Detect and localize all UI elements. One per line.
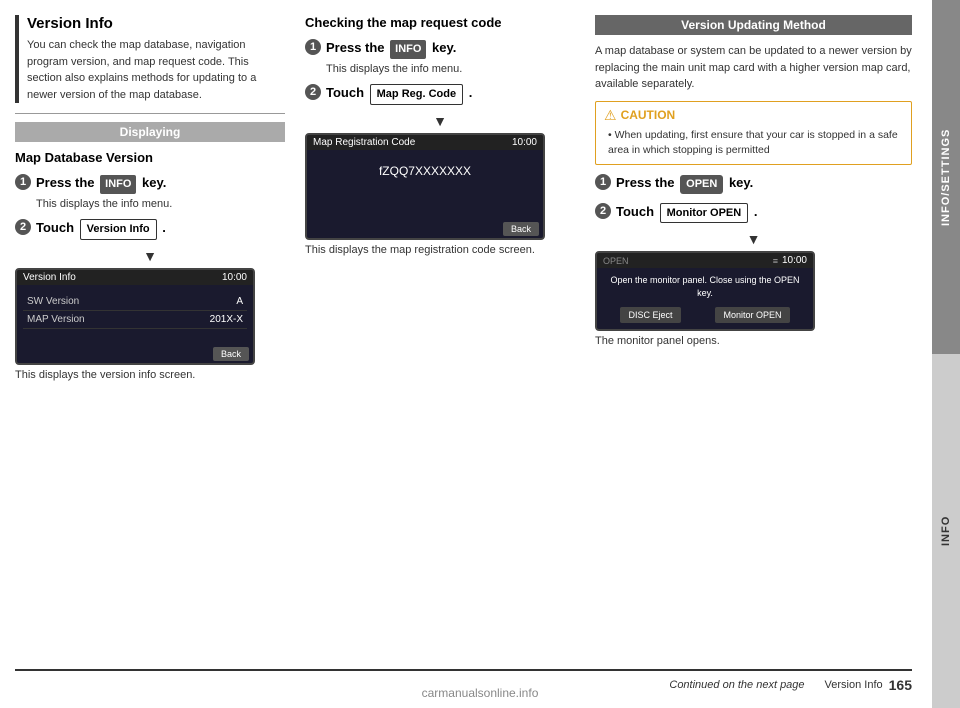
step-2-main: Touch Version Info . [36,218,285,240]
screen-1-back-btn: Back [213,347,249,361]
down-arrow-1: ▼ [15,248,285,264]
version-info-touch-btn: Version Info [80,219,157,240]
disc-eject-btn: DISC Eject [620,307,680,323]
screen-mockup-1: Version Info 10:00 SW Version A MAP Vers… [15,268,255,365]
section-divider [15,113,285,114]
screen-1-caption: This displays the version info screen. [15,369,285,381]
right-tabs: INFO/SETTINGS INFO [932,0,960,708]
monitor-screen-header: OPEN ≡ 10:00 [597,253,813,268]
check-step-2-content: Touch Map Reg. Code . [326,83,575,107]
check-step-1-sub: This displays the info menu. [326,61,575,78]
monitor-screen-time: 10:00 [782,255,807,266]
step-1-main: Press the INFO key. [36,173,285,194]
check-step-1-content: Press the INFO key. This displays the in… [326,38,575,77]
page-number-container: Version Info 165 [825,677,912,693]
update-step-1-row: 1 Press the OPEN key. [595,173,912,196]
screen-1-title: Version Info [23,272,76,283]
map-version-label: MAP Version [27,314,85,325]
update-step-2-content: Touch Monitor OPEN . [616,202,912,226]
monitor-panel-text: The monitor panel opens. [595,335,912,347]
continued-text: Continued on the next page [669,679,804,691]
screen-1-header: Version Info 10:00 [17,270,253,285]
reg-code-display: fZQQ7XXXXXXX [313,158,537,184]
screen-mockup-2: Map Registration Code 10:00 fZQQ7XXXXXXX… [305,133,545,240]
open-key-badge: OPEN [680,175,723,194]
update-step-2-row: 2 Touch Monitor OPEN . [595,202,912,226]
update-step-1-main: Press the OPEN key. [616,173,912,194]
map-version-value: 201X-X [210,314,243,325]
caution-header: ⚠ CAUTION [604,107,903,124]
check-step-1-row: 1 Press the INFO key. This displays the … [305,38,575,77]
screen-1-body: SW Version A MAP Version 201X-X [17,285,253,345]
step-2-content: Touch Version Info . [36,218,285,242]
version-update-header: Version Updating Method [595,15,912,35]
version-info-desc: You can check the map database, navigati… [27,37,285,103]
step-1-row: 1 Press the INFO key. This displays the … [15,173,285,212]
check-step-1-number: 1 [305,39,321,55]
screen-1-row-2: MAP Version 201X-X [23,311,247,329]
monitor-screen-body: Open the monitor panel. Close using the … [597,268,813,329]
tab-info-settings[interactable]: INFO/SETTINGS [932,0,960,354]
check-step-1-main: Press the INFO key. [326,38,575,59]
step-2-number: 2 [15,219,31,235]
screen-2-footer: Back [307,220,543,238]
down-arrow-3: ▼ [595,231,912,247]
version-info-box: Version Info You can check the map datab… [15,15,285,103]
open-label: OPEN [603,256,629,266]
screen-2-caption: This displays the map registration code … [305,244,575,256]
tab-info[interactable]: INFO [932,354,960,708]
check-step-2-main: Touch Map Reg. Code . [326,83,575,105]
monitor-buttons: DISC Eject Monitor OPEN [603,307,807,323]
check-step-2-number: 2 [305,84,321,100]
sw-version-label: SW Version [27,296,79,307]
caution-box: ⚠ CAUTION • When updating, first ensure … [595,101,912,166]
update-step-2-main: Touch Monitor OPEN . [616,202,912,224]
screen-2-back-btn: Back [503,222,539,236]
update-step-2-number: 2 [595,203,611,219]
screen-1-footer: Back [17,345,253,363]
screen-1-time: 10:00 [222,272,247,283]
screen-1-row-1: SW Version A [23,293,247,311]
down-arrow-2: ▼ [305,113,575,129]
info-key-badge-2: INFO [390,40,426,59]
monitor-screen: OPEN ≡ 10:00 Open the monitor panel. Clo… [595,251,815,331]
page-label: Version Info [825,679,883,691]
map-reg-touch-btn: Map Reg. Code [370,84,463,105]
col-middle: Checking the map request code 1 Press th… [305,15,575,661]
sw-version-value: A [236,296,243,307]
main-content: Version Info You can check the map datab… [0,0,932,708]
monitor-open-touch-btn: Monitor OPEN [660,203,749,224]
col-right: Version Updating Method A map database o… [595,15,912,661]
step-1-number: 1 [15,174,31,190]
caution-triangle-icon: ⚠ [604,107,617,124]
info-key-badge: INFO [100,175,136,194]
screen-2-time: 10:00 [512,137,537,148]
monitor-open-btn: Monitor OPEN [715,307,789,323]
version-info-title: Version Info [27,15,285,32]
update-step-1-content: Press the OPEN key. [616,173,912,196]
page-number: 165 [889,677,912,693]
displaying-header: Displaying [15,122,285,142]
update-step-1-number: 1 [595,174,611,190]
step-2-row: 2 Touch Version Info . [15,218,285,242]
step-1-content: Press the INFO key. This displays the in… [36,173,285,212]
caution-text: • When updating, first ensure that your … [604,128,903,160]
map-database-title: Map Database Version [15,150,285,165]
caution-title: CAUTION [621,108,676,122]
col-left: Version Info You can check the map datab… [15,15,285,661]
monitor-prompt: Open the monitor panel. Close using the … [603,274,807,299]
checking-title: Checking the map request code [305,15,575,30]
watermark: carmanualsonline.info [422,686,539,700]
step-1-sub: This displays the info menu. [36,196,285,213]
screen-2-title: Map Registration Code [313,137,415,148]
screen-2-header: Map Registration Code 10:00 [307,135,543,150]
check-step-2-row: 2 Touch Map Reg. Code . [305,83,575,107]
screen-2-body: fZQQ7XXXXXXX [307,150,543,220]
update-desc: A map database or system can be updated … [595,43,912,93]
